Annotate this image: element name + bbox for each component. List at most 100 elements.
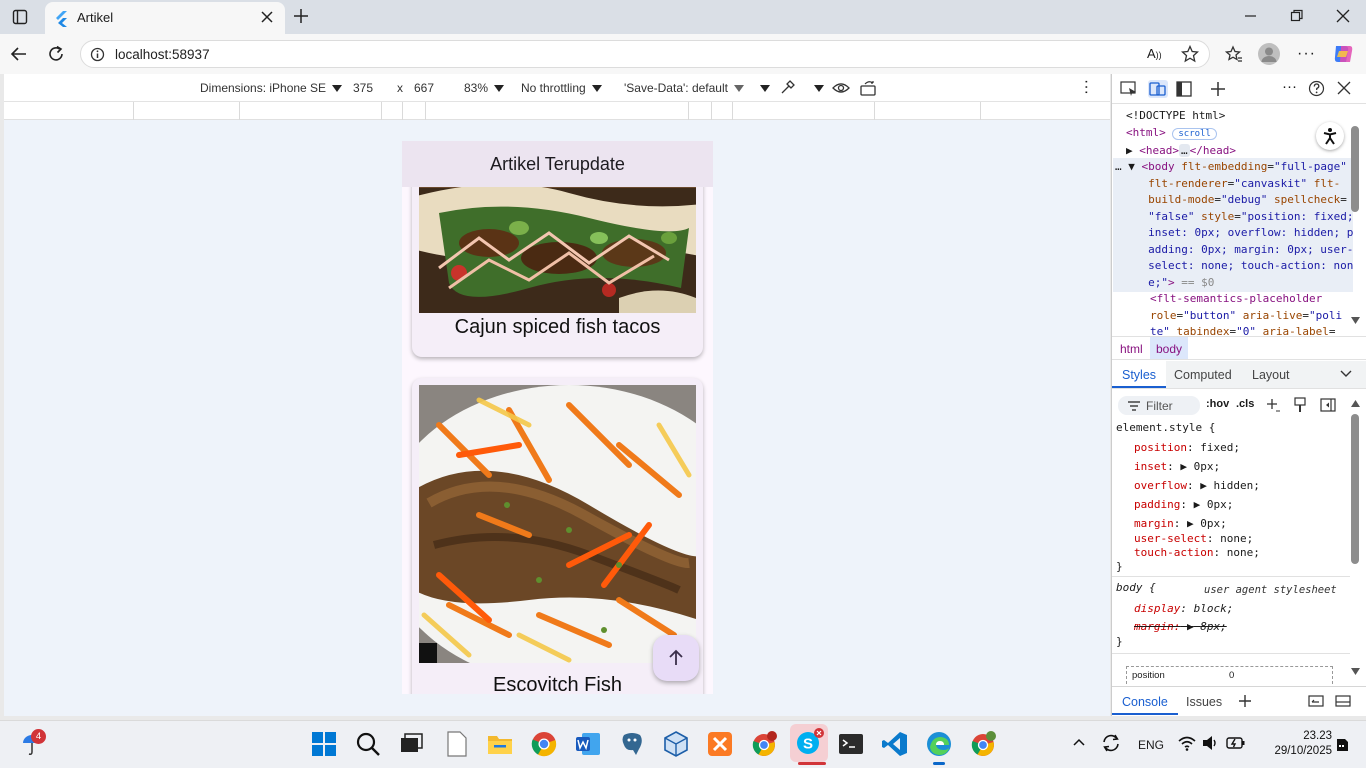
tab-computed[interactable]: Computed (1174, 368, 1232, 382)
rotate-icon[interactable] (860, 80, 878, 96)
expand-icon[interactable]: ▶ (1180, 460, 1187, 473)
skype-icon[interactable]: S (790, 724, 828, 762)
restore-icon[interactable] (1290, 8, 1304, 24)
styles-filter-input[interactable]: Filter (1118, 396, 1200, 415)
battery-icon[interactable] (1226, 736, 1246, 750)
body-selector[interactable]: body { (1116, 580, 1156, 597)
file-explorer-icon[interactable] (487, 731, 513, 757)
width-input[interactable]: 375 (353, 81, 373, 95)
zoom-select[interactable]: 83% (464, 81, 505, 95)
styles-scrollbar[interactable] (1351, 414, 1359, 564)
tab-issues[interactable]: Issues (1186, 695, 1222, 709)
read-aloud-icon[interactable]: A)) (1147, 46, 1162, 61)
help-icon[interactable] (1308, 80, 1325, 97)
task-view-icon[interactable] (398, 731, 424, 757)
save-data-select[interactable]: 'Save-Data': default (624, 81, 744, 95)
browser-tab[interactable]: Artikel (45, 2, 285, 34)
expand-icon[interactable]: ▶ (1200, 479, 1207, 492)
device-options-dropdown[interactable] (754, 81, 770, 95)
style-rule[interactable]: overflow: ▶ hidden; (1134, 478, 1260, 495)
reload-icon[interactable] (47, 45, 65, 63)
chrome-profile-icon[interactable] (751, 731, 777, 757)
dock-side-icon[interactable] (1176, 81, 1192, 97)
add-drawer-tab-icon[interactable] (1238, 694, 1252, 708)
style-rule[interactable]: inset: ▶ 0px; (1134, 459, 1260, 476)
html-node[interactable]: <html> scroll (1126, 125, 1217, 143)
new-rule-icon[interactable] (1266, 398, 1280, 412)
terminal-icon[interactable] (838, 731, 864, 757)
elements-scrollbar[interactable] (1351, 126, 1359, 212)
element-style-selector[interactable]: element.style { (1116, 420, 1215, 437)
xampp-icon[interactable] (707, 731, 733, 757)
address-field[interactable]: localhost:58937 A)) (80, 40, 1210, 68)
profile-avatar[interactable] (1258, 43, 1280, 65)
close-devtools-icon[interactable] (1337, 81, 1351, 95)
word-icon[interactable] (575, 731, 601, 757)
sync-icon[interactable] (1101, 733, 1121, 753)
inspect-element-icon[interactable] (1120, 81, 1138, 97)
wifi-icon[interactable] (1178, 735, 1196, 751)
new-tab-icon[interactable] (293, 8, 309, 24)
doctype-node[interactable]: <!DOCTYPE html> (1126, 108, 1225, 125)
device-more-icon[interactable]: ··· (1078, 79, 1095, 95)
semantics-node[interactable]: <flt-semantics-placeholder role="button"… (1150, 291, 1342, 336)
more-menu-icon[interactable]: ··· (1297, 45, 1316, 63)
scroll-down-icon[interactable] (1351, 668, 1360, 675)
edge-icon[interactable] (926, 731, 952, 757)
postgres-icon[interactable] (619, 731, 645, 757)
volume-icon[interactable] (1202, 735, 1218, 751)
scroll-to-top-button[interactable] (653, 635, 699, 681)
breadcrumb-html[interactable]: html (1120, 342, 1143, 356)
scroll-badge[interactable]: scroll (1172, 128, 1217, 140)
ellipsis-badge[interactable]: … (1179, 144, 1190, 157)
scroll-down-icon[interactable] (1351, 317, 1360, 324)
breadcrumb-body[interactable]: body (1150, 337, 1189, 359)
file-icon[interactable] (444, 731, 470, 757)
chevron-up-icon[interactable] (1073, 738, 1085, 746)
close-drawer-icon[interactable] (1335, 695, 1351, 707)
clock[interactable]: 23.23 29/10/2025 (1274, 729, 1332, 759)
expand-icon[interactable]: ▶ (1187, 620, 1194, 633)
style-rule[interactable]: position: fixed; (1134, 440, 1260, 457)
favorites-icon[interactable] (1225, 45, 1243, 63)
dimensions-select[interactable]: Dimensions: iPhone SE (200, 81, 343, 95)
height-input[interactable]: 667 (414, 81, 434, 95)
hov-toggle[interactable]: :hov (1206, 398, 1229, 410)
expand-icon[interactable]: ▶ (1194, 498, 1201, 511)
dock-drawer-icon[interactable] (1308, 695, 1324, 707)
sidebar-toggle-icon[interactable] (1320, 398, 1336, 412)
virtualbox-icon[interactable] (663, 731, 689, 757)
style-rule[interactable]: padding: ▶ 0px; (1134, 497, 1260, 514)
chrome-icon[interactable] (531, 731, 557, 757)
tab-styles[interactable]: Styles (1112, 361, 1167, 388)
vscode-icon[interactable] (882, 731, 908, 757)
tab-actions-icon[interactable] (12, 9, 28, 25)
close-tab-icon[interactable] (261, 11, 273, 23)
info-icon[interactable] (90, 47, 105, 62)
scroll-up-icon[interactable] (1351, 400, 1360, 407)
minimize-icon[interactable] (1244, 8, 1258, 24)
notification-icon[interactable] (1334, 737, 1350, 753)
eye-icon[interactable] (832, 81, 850, 95)
favorite-star-icon[interactable] (1181, 45, 1199, 63)
search-icon[interactable] (355, 731, 381, 757)
language-indicator[interactable]: ENG (1138, 738, 1164, 752)
chevron-down-icon[interactable] (1340, 370, 1352, 378)
add-panel-icon[interactable] (1210, 81, 1226, 97)
devtools-more-icon[interactable]: ··· (1282, 78, 1297, 95)
back-icon[interactable] (10, 45, 28, 63)
chrome-dev-icon[interactable] (970, 731, 996, 757)
close-window-icon[interactable] (1336, 8, 1350, 24)
throttling-select[interactable]: No throttling (521, 81, 602, 95)
tab-layout[interactable]: Layout (1252, 368, 1290, 382)
style-rule[interactable]: touch-action: none; (1134, 545, 1260, 562)
copilot-icon[interactable] (1331, 42, 1355, 66)
expand-icon[interactable]: ▶ (1187, 517, 1194, 530)
body-node[interactable]: … ▼ <body flt-embedding="full-page" flt-… (1115, 159, 1353, 291)
accessibility-icon[interactable] (1316, 122, 1344, 150)
windows-start-icon[interactable] (311, 731, 337, 757)
device-toggle-icon[interactable] (1148, 80, 1168, 98)
sensor-dropdown[interactable] (808, 81, 824, 95)
eyedropper-icon[interactable] (780, 79, 796, 95)
paint-brush-icon[interactable] (1294, 397, 1306, 413)
